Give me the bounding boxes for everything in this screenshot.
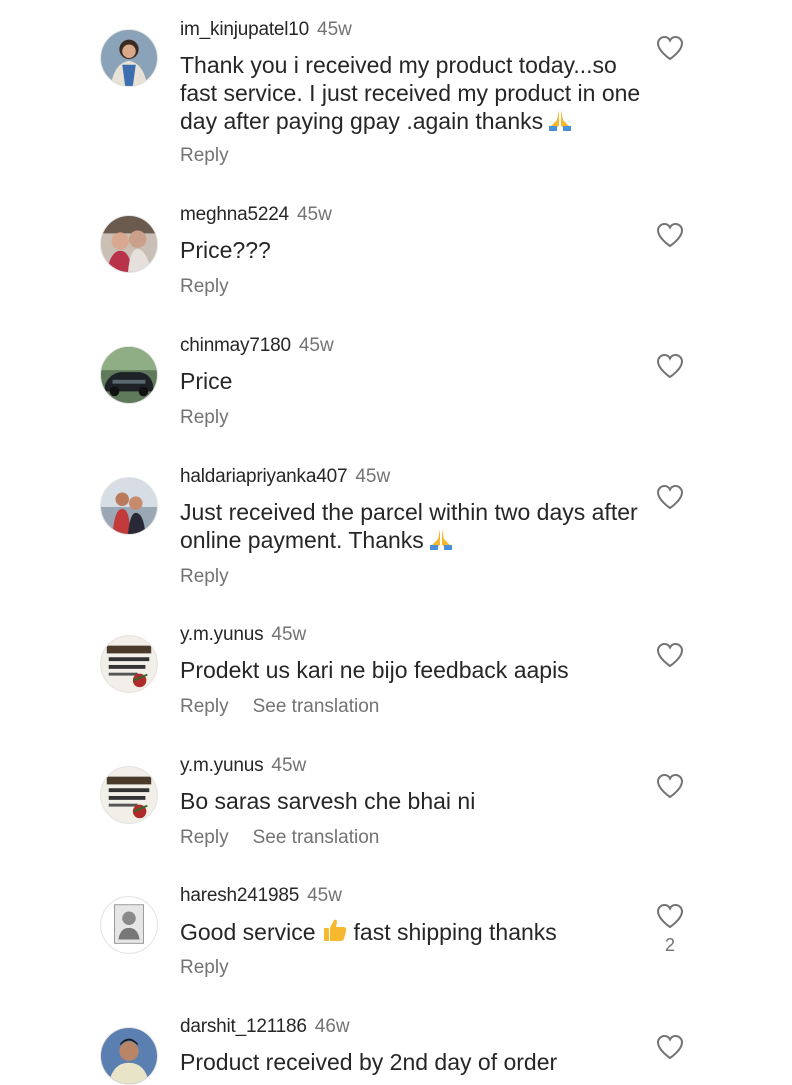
see-translation-button[interactable]: See translation <box>253 694 380 720</box>
comment-actions: Reply <box>180 405 229 431</box>
avatar[interactable] <box>100 346 158 404</box>
like-count: 2 <box>664 935 675 955</box>
username[interactable]: chinmay7180 <box>180 335 291 356</box>
comment-item: haresh241985 45w Good service fast shippin… <box>0 881 792 1001</box>
timestamp: 46w <box>314 1016 350 1037</box>
heart-outline-icon[interactable] <box>656 484 684 510</box>
comment-meta: haldariapriyanka407 45w <box>180 462 390 492</box>
timestamp: 45w <box>271 755 307 776</box>
see-translation-button[interactable]: See translation <box>253 825 380 851</box>
avatar[interactable] <box>100 1027 158 1085</box>
avatar[interactable] <box>100 215 158 273</box>
folded-hands-emoji <box>547 108 573 138</box>
avatar[interactable] <box>100 477 158 535</box>
comment-text: Price??? <box>180 237 271 263</box>
comment-text: Prodekt us kari ne bijo feedback aapis <box>180 657 569 683</box>
username[interactable]: haresh241985 <box>180 885 299 906</box>
comment-text: Good service fast shipping thanks <box>180 917 650 949</box>
timestamp: 45w <box>296 204 332 225</box>
username[interactable]: meghna5224 <box>180 204 289 225</box>
comment-text-before: Good service <box>180 919 316 945</box>
comment-meta: im_kinjupatel10 45w <box>180 15 352 45</box>
comment-actions: Reply See translation <box>180 825 379 851</box>
folded-hands-emoji <box>428 527 454 557</box>
heart-outline-icon[interactable] <box>656 642 684 668</box>
comment-meta: meghna5224 45w <box>180 200 332 230</box>
comment-actions: Reply <box>180 955 229 981</box>
avatar[interactable] <box>100 766 158 824</box>
username[interactable]: haldariapriyanka407 <box>180 466 348 487</box>
comment-text: Bo saras sarvesh che bhai ni <box>180 788 476 814</box>
comment-item: darshit_121186 46w Product received by 2n… <box>0 1012 792 1085</box>
reply-button[interactable]: Reply <box>180 143 229 169</box>
heart-outline-icon[interactable] <box>656 1034 684 1060</box>
comment-text-content: Just received the parcel within two days… <box>180 499 638 553</box>
comment-item: chinmay7180 45w Price Reply <box>0 331 792 451</box>
reply-button[interactable]: Reply <box>180 564 229 590</box>
reply-button[interactable]: Reply <box>180 694 229 720</box>
timestamp: 45w <box>317 19 352 40</box>
comment-item: meghna5224 45w Price??? Reply <box>0 200 792 320</box>
timestamp: 45w <box>307 885 342 906</box>
comment-actions: Reply <box>180 274 229 300</box>
comment-item: y.m.yunus 45w Prodekt us kari ne bijo fee… <box>0 620 792 740</box>
comment-text: Just received the parcel within two days… <box>180 498 650 557</box>
comment-item: im_kinjupatel10 45w Thank you i received … <box>0 15 792 185</box>
heart-outline-icon[interactable] <box>656 353 684 379</box>
avatar[interactable] <box>100 635 158 693</box>
reply-button[interactable]: Reply <box>180 955 229 981</box>
comment-item: haldariapriyanka407 45w Just received the… <box>0 462 792 602</box>
avatar[interactable] <box>100 29 158 87</box>
comment-meta: chinmay7180 45w <box>180 331 334 361</box>
reply-button[interactable]: Reply <box>180 274 229 300</box>
username[interactable]: darshit_121186 <box>180 1016 307 1037</box>
comment-meta: darshit_121186 46w <box>180 1012 350 1042</box>
timestamp: 45w <box>271 624 307 645</box>
avatar[interactable] <box>100 896 158 954</box>
comment-meta: haresh241985 45w <box>180 881 342 911</box>
timestamp: 45w <box>355 466 391 487</box>
comment-meta: y.m.yunus 45w <box>180 751 306 781</box>
comment-actions: Reply <box>180 143 229 169</box>
reply-button[interactable]: Reply <box>180 405 229 431</box>
comment-text: Price <box>180 368 233 394</box>
heart-outline-icon[interactable] <box>656 903 684 929</box>
comment-text-after: fast shipping thanks <box>353 919 557 945</box>
comment-text: Product received by 2nd day of order <box>180 1049 558 1075</box>
username[interactable]: im_kinjupatel10 <box>180 19 309 40</box>
username[interactable]: y.m.yunus <box>180 624 264 645</box>
reply-button[interactable]: Reply <box>180 825 229 851</box>
comment-meta: y.m.yunus 45w <box>180 620 306 650</box>
username[interactable]: y.m.yunus <box>180 755 264 776</box>
comment-text: Thank you i received my product today...… <box>180 51 650 138</box>
heart-outline-icon[interactable] <box>656 35 684 61</box>
comment-actions: Reply See translation <box>180 694 379 720</box>
heart-outline-icon[interactable] <box>656 222 684 248</box>
thumbs-up-emoji <box>322 917 348 949</box>
comment-item: y.m.yunus 45w Bo saras sarvesh che bhai n… <box>0 751 792 871</box>
timestamp: 45w <box>298 335 334 356</box>
heart-outline-icon[interactable] <box>656 773 684 799</box>
comment-actions: Reply <box>180 564 229 590</box>
